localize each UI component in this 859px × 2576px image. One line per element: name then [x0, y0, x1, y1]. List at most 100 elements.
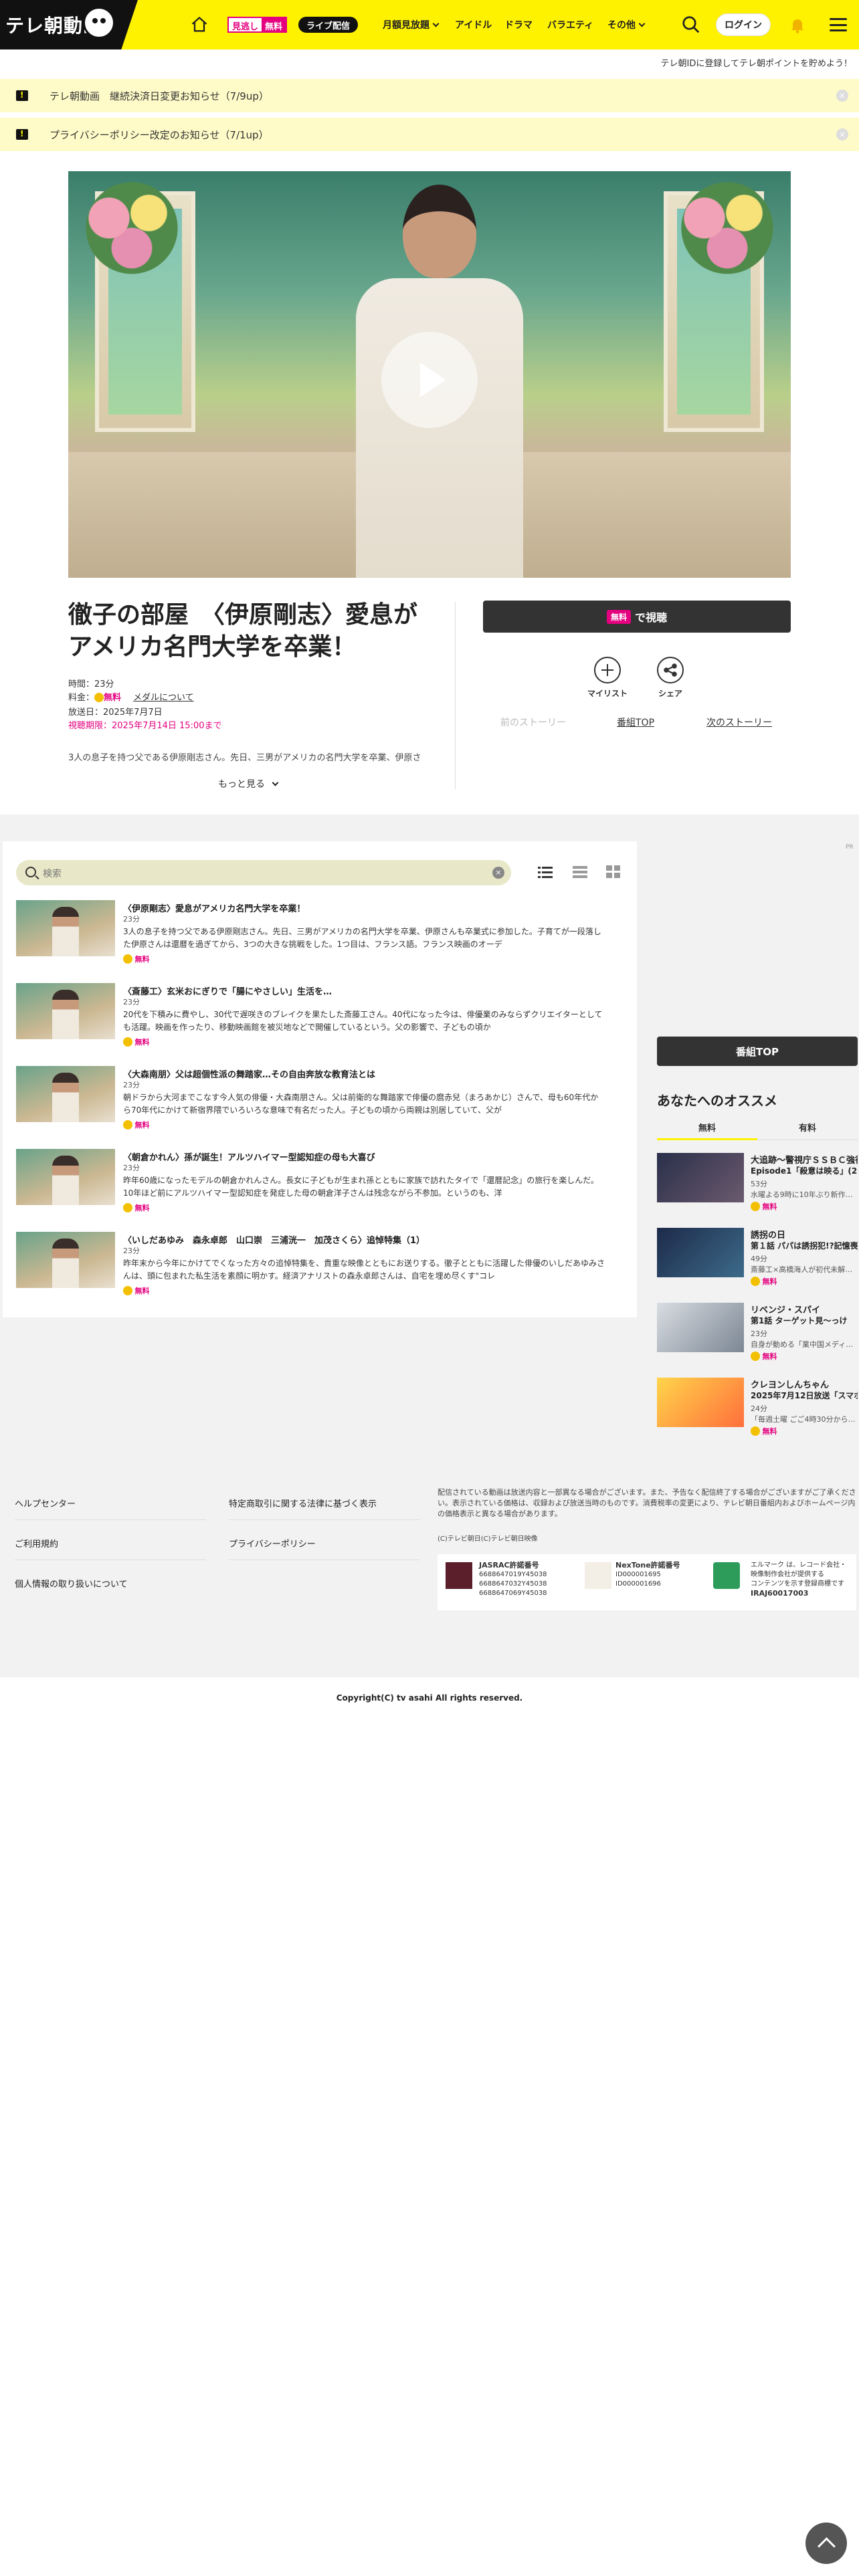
recommend-item-title[interactable]: 誘拐の日 — [751, 1228, 858, 1241]
scroll-top-button[interactable] — [805, 2523, 847, 2564]
medal-link[interactable]: メダルについて — [133, 693, 194, 703]
episode-duration: 時間：23分 — [68, 679, 114, 689]
notice-bar[interactable]: テレ朝動画 継続決済日変更お知らせ（7/9up） × — [0, 79, 859, 112]
mylist-button[interactable]: マイリスト — [587, 657, 628, 699]
recommend-item[interactable]: クレヨンしんちゃん 2025年7月12日放送「スマホを 24分 「毎週土曜 ごご… — [657, 1378, 858, 1438]
more-button[interactable]: もっと見る — [218, 777, 279, 790]
license-nextone: NexTone許諾番号 ID000001695 ID000001696 — [615, 1561, 680, 1589]
coin-icon — [123, 1203, 132, 1212]
episode-thumbnail[interactable] — [16, 1066, 115, 1122]
nav-drama[interactable]: ドラマ — [504, 18, 533, 31]
price-value: 無料 — [134, 955, 150, 964]
watch-button[interactable]: 無料 で視聴 — [483, 601, 791, 633]
coin-icon — [123, 1286, 132, 1295]
notice-text[interactable]: テレ朝動画 継続決済日変更お知らせ（7/9up） — [50, 89, 269, 103]
episode-row[interactable]: 〈朝倉かれん〉孫が誕生！アルツハイマー型認知症の母も大喜び 23分 昨年60歳に… — [16, 1149, 618, 1224]
grid-view-icon[interactable] — [606, 865, 621, 879]
notice-text[interactable]: プライバシーポリシー改定のお知らせ（7/1up） — [50, 128, 269, 142]
badge-catchup: 見逃し — [229, 18, 262, 32]
video-player[interactable] — [68, 171, 791, 578]
price-value: 無料 — [762, 1277, 777, 1286]
list-view-icon[interactable] — [538, 865, 553, 879]
recommend-item-desc: 斎藤工×高橋海人が初代未解… — [751, 1265, 853, 1274]
notice-bar[interactable]: プライバシーポリシー改定のお知らせ（7/1up） × — [0, 118, 859, 151]
chevron-down-icon — [432, 20, 440, 27]
episode-row-title[interactable]: 〈大森南朋〉父は超個性派の舞踏家…その自由奔放な教育法とは — [123, 1067, 375, 1080]
episode-search-input[interactable]: 検索 × — [16, 860, 511, 885]
nav-subscription[interactable]: 月額見放題 — [383, 18, 440, 31]
nav-other[interactable]: その他 — [607, 18, 646, 31]
episode-thumbnail[interactable] — [16, 1149, 115, 1205]
recommend-title: あなたへのオススメ — [657, 1093, 777, 1109]
recommend-item-price: 無料 — [751, 1351, 777, 1362]
program-top-link[interactable]: 番組TOP — [617, 716, 654, 729]
episode-row-summary: 昨年末から今年にかけてでくなった方々の追悼特集を、貴重な映像とともにお送りする。… — [123, 1259, 605, 1281]
video-scene — [670, 178, 784, 278]
mylist-label: マイリスト — [587, 689, 628, 698]
nav-variety[interactable]: バラエティ — [547, 18, 593, 31]
license-title: IRAJ60017003 — [751, 1589, 809, 1598]
chevron-down-icon — [272, 779, 279, 786]
recommend-item-price: 無料 — [751, 1426, 777, 1436]
episode-row-title[interactable]: 〈斎藤工〉玄米おにぎりで「腸にやさしい」生活を… — [123, 984, 332, 997]
site-logo[interactable]: テレ朝動画 — [0, 0, 138, 49]
close-icon[interactable]: × — [836, 128, 848, 140]
login-button[interactable]: ログイン — [716, 13, 771, 36]
close-icon[interactable]: × — [836, 90, 848, 102]
episode-row-title[interactable]: 〈伊原剛志〉愛息がアメリカ名門大学を卒業！ — [123, 901, 305, 914]
search-icon[interactable] — [681, 15, 701, 35]
episode-row[interactable]: 〈斎藤工〉玄米おにぎりで「腸にやさしい」生活を… 23分 20代を下積みに費やし… — [16, 983, 618, 1058]
program-top-button[interactable]: 番組TOP — [657, 1037, 858, 1066]
recommend-item[interactable]: リベンジ・スパイ 第1話 ターゲット見～っけ 23分 自身が動める「業中国メディ… — [657, 1303, 858, 1363]
episode-row-title[interactable]: 〈いしだあゆみ 森永卓郎 山口崇 三浦洸一 加茂さくら〉追悼特集（1） — [123, 1233, 425, 1246]
recommend-item-title[interactable]: クレヨンしんちゃん — [751, 1378, 858, 1390]
notice-icon — [16, 129, 28, 140]
episode-thumbnail[interactable] — [16, 900, 115, 956]
recommend-item[interactable]: 大追跡～警視庁ＳＳＢＣ強行犯係～ Episode1「殺意は映る」(2025年 5… — [657, 1153, 858, 1213]
menu-icon[interactable] — [830, 18, 847, 31]
footer-link-commerce-law[interactable]: 特定商取引に関する法律に基づく表示 — [229, 1497, 377, 1509]
recommend-thumbnail[interactable] — [657, 1303, 744, 1352]
recommend-item-title[interactable]: 大追跡～警視庁ＳＳＢＣ強行犯係～ — [751, 1153, 858, 1166]
play-icon[interactable] — [381, 332, 478, 428]
recommend-item[interactable]: 誘拐の日 第１話 パパは誘拐犯!?記憶喪失 49分 斎藤工×高橋海人が初代未解…… — [657, 1228, 858, 1288]
coin-icon — [751, 1277, 760, 1286]
tab-free[interactable]: 無料 — [657, 1121, 757, 1134]
bell-icon[interactable] — [788, 15, 807, 35]
recommend-thumbnail[interactable] — [657, 1153, 744, 1202]
episode-row-title[interactable]: 〈朝倉かれん〉孫が誕生！アルツハイマー型認知症の母も大喜び — [123, 1150, 375, 1163]
nav-idol[interactable]: アイドル — [455, 18, 492, 31]
price-value: 無料 — [104, 693, 122, 703]
next-story-link[interactable]: 次のストーリー — [706, 716, 772, 729]
recommend-item-title[interactable]: リベンジ・スパイ — [751, 1303, 858, 1315]
license-number: ID000001696 — [615, 1580, 661, 1588]
detail-view-icon[interactable] — [573, 865, 587, 879]
episode-thumbnail[interactable] — [16, 1232, 115, 1288]
ad-label: PR — [846, 844, 854, 851]
recommend-thumbnail[interactable] — [657, 1228, 744, 1277]
footer-link-personal-info[interactable]: 個人情報の取り扱いについて — [15, 1577, 128, 1590]
mascot-icon — [83, 7, 115, 39]
id-promo-text[interactable]: テレ朝IDに登録してテレ朝ポイントを貯めよう！ — [661, 56, 852, 69]
catchup-free-badge[interactable]: 見逃し 無料 — [227, 17, 288, 33]
footer-link-privacy[interactable]: プライバシーポリシー — [229, 1537, 316, 1549]
home-icon[interactable] — [190, 15, 209, 34]
episode-row[interactable]: 〈いしだあゆみ 森永卓郎 山口崇 三浦洸一 加茂さくら〉追悼特集（1） 23分 … — [16, 1232, 618, 1307]
clear-icon[interactable]: × — [492, 867, 504, 879]
tab-paid[interactable]: 有料 — [757, 1121, 858, 1134]
episode-row[interactable]: 〈大森南朋〉父は超個性派の舞踏家…その自由奔放な教育法とは 23分 朝ドラから大… — [16, 1066, 618, 1141]
search-placeholder: 検索 — [43, 869, 62, 879]
episode-thumbnail[interactable] — [16, 983, 115, 1039]
live-button[interactable]: ライブ配信 — [298, 17, 359, 33]
watch-label: で視聴 — [635, 611, 668, 624]
plus-icon — [594, 657, 621, 683]
divider — [15, 1519, 206, 1520]
footer-link-help[interactable]: ヘルプセンター — [15, 1497, 76, 1509]
recommend-thumbnail[interactable] — [657, 1378, 744, 1427]
footer-link-terms[interactable]: ご利用規約 — [15, 1537, 58, 1549]
recommend-item-subtitle: 第１話 パパは誘拐犯!?記憶喪失 — [751, 1241, 858, 1251]
episode-row-duration: 23分 — [123, 998, 140, 1006]
recommend-item-duration: 49分 — [751, 1255, 767, 1263]
episode-row[interactable]: 〈伊原剛志〉愛息がアメリカ名門大学を卒業！ 23分 3人の息子を持つ父である伊原… — [16, 900, 618, 975]
share-button[interactable]: シェア — [650, 657, 690, 699]
